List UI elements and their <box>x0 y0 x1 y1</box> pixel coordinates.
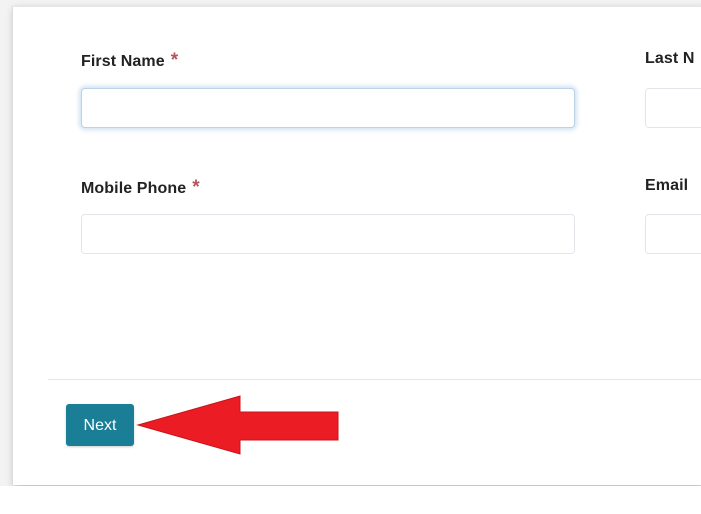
email-label: Email <box>645 177 689 194</box>
page-bottom-area <box>0 486 701 514</box>
screenshot-frame: First Name * Last N Mobile Phone * Email N… <box>0 0 701 514</box>
last-name-input[interactable] <box>645 88 701 128</box>
mobile-phone-required-asterisk: * <box>192 177 200 198</box>
form-footer-divider <box>48 379 701 380</box>
next-button[interactable]: Next <box>66 404 134 446</box>
first-name-label-text: First Name <box>81 53 165 70</box>
first-name-input[interactable] <box>81 88 575 128</box>
red-left-arrow-icon <box>136 395 339 455</box>
first-name-label: First Name * <box>81 50 178 72</box>
last-name-label: Last N <box>645 50 695 67</box>
email-input[interactable] <box>645 214 701 254</box>
mobile-phone-label-text: Mobile Phone <box>81 180 187 197</box>
first-name-required-asterisk: * <box>170 50 179 71</box>
mobile-phone-input[interactable] <box>81 214 575 254</box>
mobile-phone-label: Mobile Phone * <box>81 177 200 199</box>
